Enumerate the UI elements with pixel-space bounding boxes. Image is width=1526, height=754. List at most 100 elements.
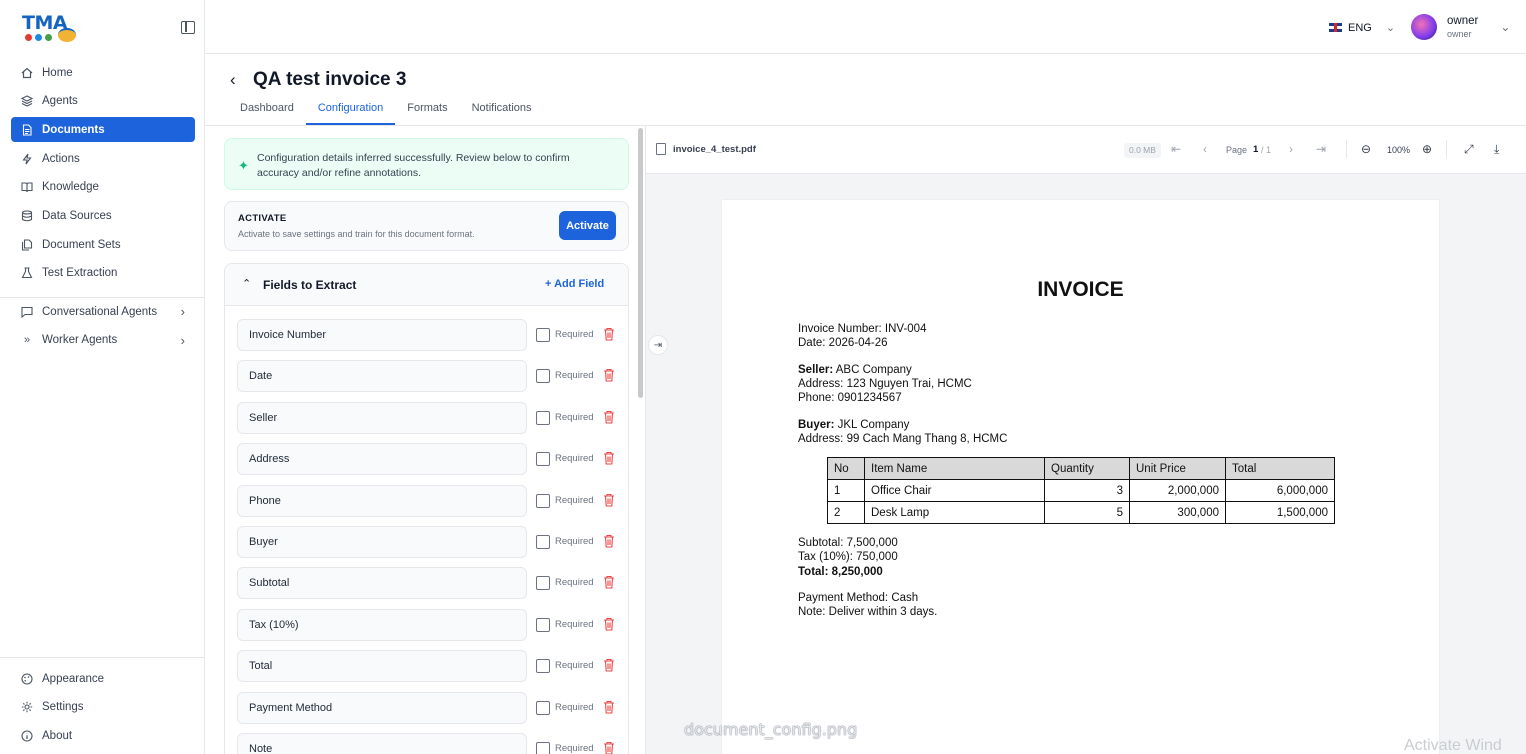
- required-checkbox[interactable]: [536, 700, 550, 715]
- trash-icon[interactable]: [603, 451, 615, 465]
- field-row: Note Required: [237, 733, 617, 754]
- sidebar-group-worker-agents[interactable]: » Worker Agents ›: [11, 328, 195, 353]
- sidebar-item-label: Documents: [42, 123, 105, 136]
- required-checkbox[interactable]: [536, 617, 550, 632]
- table-header-row: No Item Name Quantity Unit Price Total: [827, 457, 1335, 480]
- zoom-out-icon[interactable]: ⊖: [1361, 142, 1371, 156]
- field-name-input[interactable]: Payment Method: [237, 691, 527, 724]
- trash-icon[interactable]: [603, 493, 615, 507]
- trash-icon[interactable]: [603, 617, 615, 631]
- trash-icon[interactable]: [603, 327, 615, 341]
- trash-icon[interactable]: [603, 368, 615, 382]
- palette-icon: [21, 672, 33, 685]
- sidebar-item-label: Document Sets: [42, 238, 121, 251]
- field-name-input[interactable]: Date: [237, 360, 527, 393]
- field-row: Date Required: [237, 360, 617, 393]
- required-checkbox[interactable]: [536, 742, 550, 754]
- invoice-note: Note: Deliver within 3 days.: [798, 606, 938, 618]
- windows-activation-watermark: Activate Wind: [1404, 737, 1502, 754]
- field-name-input[interactable]: Address: [237, 443, 527, 476]
- required-checkbox[interactable]: [536, 493, 550, 508]
- sidebar-item-document-sets[interactable]: Document Sets: [11, 232, 195, 257]
- required-label: Required: [555, 329, 594, 340]
- tab-configuration[interactable]: Configuration: [305, 94, 396, 125]
- sidebar-group-conversational-agents[interactable]: Conversational Agents ›: [11, 299, 195, 324]
- success-alert: ✦ Configuration details inferred success…: [224, 138, 629, 190]
- fullscreen-icon[interactable]: ⤢: [1464, 142, 1474, 157]
- field-name-input[interactable]: Buyer: [237, 526, 527, 558]
- sidebar-item-agents[interactable]: Agents: [11, 89, 195, 114]
- seller-address: Address: 123 Nguyen Trai, HCMC: [798, 378, 972, 390]
- zoom-in-icon[interactable]: ⊕: [1422, 142, 1432, 156]
- brand-logo[interactable]: TMA: [20, 12, 80, 44]
- table-cell: Desk Lamp: [864, 501, 1045, 524]
- sidebar-item-knowledge[interactable]: Knowledge: [11, 175, 195, 200]
- sidebar-item-label: Settings: [42, 701, 84, 714]
- logo-dots: [25, 34, 52, 41]
- field-name-input[interactable]: Subtotal: [237, 567, 527, 600]
- sidebar-item-test-extraction[interactable]: Test Extraction: [11, 261, 195, 286]
- add-field-button[interactable]: + Add Field: [545, 278, 604, 290]
- table-cell: 2,000,000: [1129, 479, 1226, 502]
- chevron-up-icon[interactable]: ⌃: [242, 277, 251, 290]
- field-name-input[interactable]: Note: [237, 733, 527, 754]
- field-name-input[interactable]: Invoice Number: [237, 319, 527, 351]
- sidebar-item-label: Actions: [42, 152, 80, 165]
- download-icon[interactable]: ⤓: [1494, 142, 1499, 157]
- sidebar-item-actions[interactable]: Actions: [11, 146, 195, 171]
- sidebar-item-about[interactable]: About: [11, 723, 195, 748]
- sidebar-item-settings[interactable]: Settings: [11, 695, 195, 720]
- tab-dashboard[interactable]: Dashboard: [228, 94, 306, 125]
- book-icon: [21, 181, 33, 193]
- trash-icon[interactable]: [603, 741, 615, 754]
- prev-page-icon[interactable]: ‹: [1203, 142, 1207, 156]
- required-label: Required: [555, 577, 594, 589]
- zoom-level: 100%: [1387, 145, 1411, 155]
- required-checkbox[interactable]: [536, 452, 550, 467]
- tab-formats[interactable]: Formats: [395, 94, 459, 125]
- required-checkbox[interactable]: [536, 410, 550, 425]
- tab-notifications[interactable]: Notifications: [460, 94, 544, 125]
- sidebar-group-label: Worker Agents: [42, 334, 118, 347]
- required-checkbox[interactable]: [536, 659, 550, 674]
- required-label: Required: [555, 411, 594, 423]
- field-name-input[interactable]: Phone: [237, 484, 527, 517]
- trash-icon[interactable]: [603, 410, 615, 424]
- required-label: Required: [555, 536, 594, 547]
- config-scrollbar[interactable]: [638, 128, 643, 398]
- field-name-input[interactable]: Tax (10%): [237, 608, 527, 641]
- required-checkbox[interactable]: [536, 328, 550, 342]
- page-total: / 1: [1261, 145, 1272, 155]
- required-label: Required: [555, 701, 594, 713]
- user-name: owner: [1447, 15, 1479, 27]
- trash-icon[interactable]: [603, 575, 615, 589]
- language-selector[interactable]: ENG ⌄: [1329, 21, 1395, 34]
- required-checkbox[interactable]: [536, 576, 550, 591]
- page-current[interactable]: 1: [1253, 144, 1258, 155]
- required-checkbox[interactable]: [536, 535, 550, 549]
- next-page-icon[interactable]: ›: [1289, 142, 1293, 156]
- home-icon: [21, 67, 33, 79]
- sidebar-item-data-sources[interactable]: Data Sources: [11, 203, 195, 228]
- user-menu[interactable]: owner owner ⌄: [1411, 14, 1510, 40]
- first-page-icon[interactable]: ⇤: [1171, 142, 1181, 156]
- expand-panel-icon[interactable]: ⇥: [648, 335, 668, 355]
- uk-flag-icon: [1329, 23, 1342, 32]
- sidebar-collapse-icon[interactable]: [181, 21, 195, 34]
- sidebar-item-documents[interactable]: Documents: [11, 117, 195, 143]
- activate-button[interactable]: Activate: [559, 211, 616, 240]
- field-name-input[interactable]: Seller: [237, 401, 527, 434]
- trash-icon[interactable]: [603, 658, 615, 672]
- required-label: Required: [555, 370, 594, 382]
- invoice-payment: Payment Method: Cash: [798, 592, 919, 604]
- trash-icon[interactable]: [603, 534, 615, 548]
- field-name-input[interactable]: Total: [237, 650, 527, 683]
- chat-icon: [21, 306, 33, 318]
- required-checkbox[interactable]: [536, 369, 550, 384]
- sidebar-item-appearance[interactable]: Appearance: [11, 666, 195, 691]
- last-page-icon[interactable]: ⇥: [1316, 142, 1326, 156]
- trash-icon[interactable]: [603, 700, 615, 714]
- back-chevron-icon[interactable]: ‹: [230, 70, 236, 90]
- sidebar-item-home[interactable]: Home: [11, 60, 195, 85]
- toolbar-divider: [1346, 140, 1347, 158]
